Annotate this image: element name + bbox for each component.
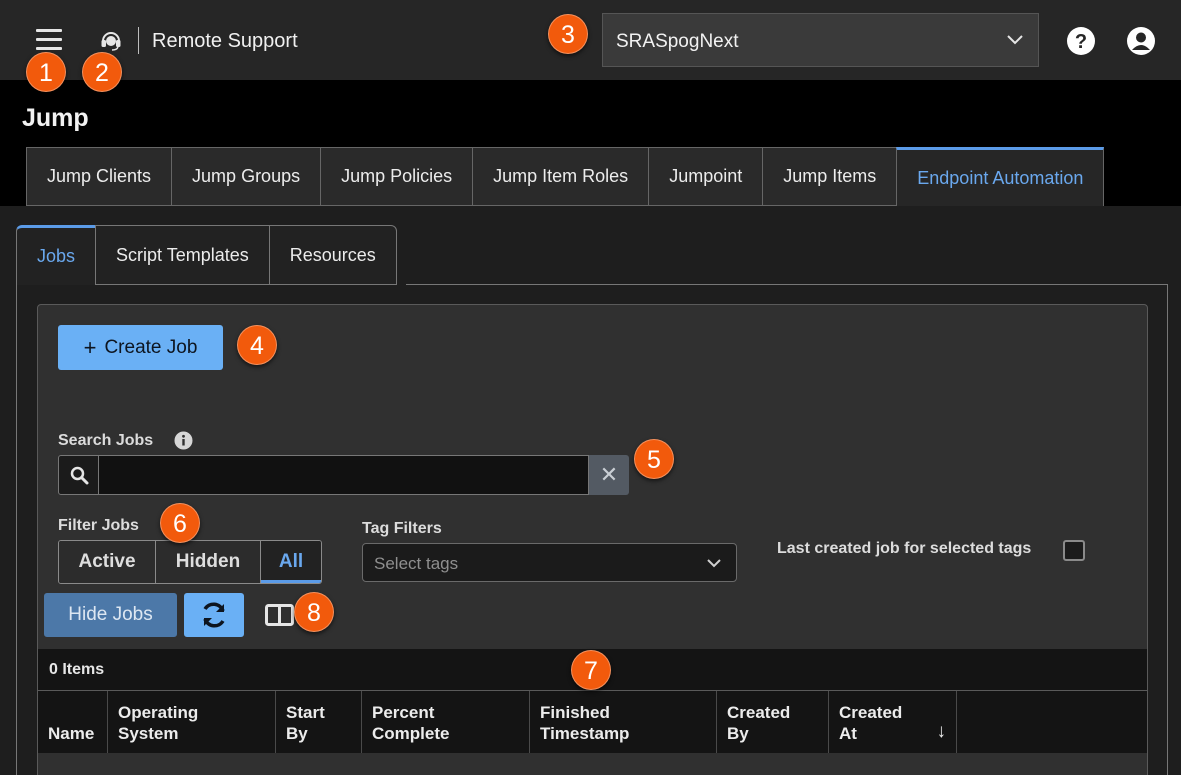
callout-badge: 1 [26, 52, 66, 92]
column-header-finished-timestamp[interactable]: Finished Timestamp [530, 691, 717, 753]
column-header-label: Created [839, 703, 903, 722]
tab-resources[interactable]: Resources [268, 225, 397, 285]
filter-all-button[interactable]: All [261, 541, 321, 583]
column-header-operating-system[interactable]: Operating System [108, 691, 276, 753]
site-selector[interactable]: SRASpogNext [602, 13, 1039, 67]
jobs-table-header: Name Operating System Start By Percent C… [38, 691, 1147, 753]
column-header-label: At [839, 724, 857, 743]
column-header-label: Name [48, 724, 95, 743]
refresh-button[interactable] [184, 593, 244, 637]
clear-search-button[interactable]: ✕ [589, 455, 629, 495]
tag-select-placeholder: Select tags [374, 554, 459, 573]
column-header-label: Operating [118, 703, 199, 722]
headset-icon [101, 32, 121, 51]
user-icon[interactable] [1126, 26, 1156, 56]
callout-badge: 3 [548, 14, 588, 54]
search-jobs: ✕ [58, 455, 629, 495]
column-header-label: Finished [540, 703, 610, 722]
column-header-name[interactable]: Name [38, 691, 108, 753]
create-job-button[interactable]: + Create Job [58, 325, 223, 370]
callout-badge: 8 [294, 592, 334, 632]
create-job-label: Create Job [104, 336, 198, 358]
filter-hidden-button[interactable]: Hidden [156, 541, 261, 583]
column-header-label: Timestamp [540, 724, 630, 743]
chevron-down-icon [707, 559, 721, 568]
column-header-label: By [286, 724, 308, 743]
column-header-label: System [118, 724, 179, 743]
filter-jobs-group: Active Hidden All [58, 540, 322, 584]
tab-jump-policies[interactable]: Jump Policies [320, 147, 473, 206]
search-input[interactable] [98, 455, 589, 495]
column-header-label: Created [727, 703, 791, 722]
tab-jobs[interactable]: Jobs [16, 225, 96, 285]
sub-tabs: Jobs Script Templates Resources [16, 225, 397, 285]
tag-filters-label: Tag Filters [362, 520, 442, 537]
callout-badge: 2 [82, 52, 122, 92]
columns-icon[interactable] [265, 603, 294, 627]
tab-jump-groups[interactable]: Jump Groups [171, 147, 321, 206]
main-tabs: Jump Clients Jump Groups Jump Policies J… [26, 147, 1105, 206]
search-jobs-label: Search Jobs [58, 432, 154, 449]
refresh-icon [203, 602, 225, 628]
tab-script-templates[interactable]: Script Templates [95, 225, 269, 285]
filter-active-button[interactable]: Active [59, 541, 156, 583]
search-icon [58, 455, 99, 495]
tab-jump-items[interactable]: Jump Items [762, 147, 897, 206]
column-header-label: By [727, 724, 749, 743]
callout-badge: 4 [237, 325, 277, 365]
column-header-start-by[interactable]: Start By [276, 691, 362, 753]
column-header-created-by[interactable]: Created By [717, 691, 829, 753]
column-header-percent-complete[interactable]: Percent Complete [362, 691, 530, 753]
site-selector-value: SRASpogNext [616, 31, 739, 52]
title-divider [138, 27, 139, 54]
items-count: 0 Items [49, 661, 105, 678]
sort-descending-icon: ↓ [936, 721, 947, 742]
column-header-label: Percent [372, 703, 435, 722]
last-created-label: Last created job for selected tags [777, 540, 1032, 557]
tag-filter-select[interactable]: Select tags [362, 543, 737, 582]
hide-jobs-button[interactable]: Hide Jobs [44, 593, 177, 637]
help-icon[interactable]: ? [1066, 26, 1096, 56]
callout-badge: 7 [571, 650, 611, 690]
plus-icon: + [83, 334, 97, 360]
jobs-table-body [38, 753, 1147, 775]
menu-icon[interactable] [36, 29, 62, 51]
last-created-checkbox[interactable] [1063, 540, 1085, 561]
tab-jump-item-roles[interactable]: Jump Item Roles [472, 147, 649, 206]
app-title: Remote Support [152, 30, 298, 52]
filter-jobs-label: Filter Jobs [58, 517, 139, 534]
chevron-down-icon [1007, 35, 1023, 45]
page-title: Jump [22, 104, 89, 132]
tab-jumpoint[interactable]: Jumpoint [648, 147, 763, 206]
content-border [16, 284, 17, 775]
info-icon[interactable] [174, 431, 193, 450]
column-header-label: Complete [372, 724, 450, 743]
tab-jump-clients[interactable]: Jump Clients [26, 147, 172, 206]
close-icon: ✕ [599, 462, 619, 487]
callout-badge: 6 [160, 503, 200, 543]
column-header-label: Start [286, 703, 325, 722]
subtab-divider [406, 284, 1168, 285]
callout-badge: 5 [634, 439, 674, 479]
tab-endpoint-automation[interactable]: Endpoint Automation [896, 147, 1105, 206]
column-header-created-at[interactable]: Created At ↓ [829, 691, 957, 753]
svg-text:?: ? [1075, 31, 1087, 53]
content-border [1167, 284, 1168, 775]
